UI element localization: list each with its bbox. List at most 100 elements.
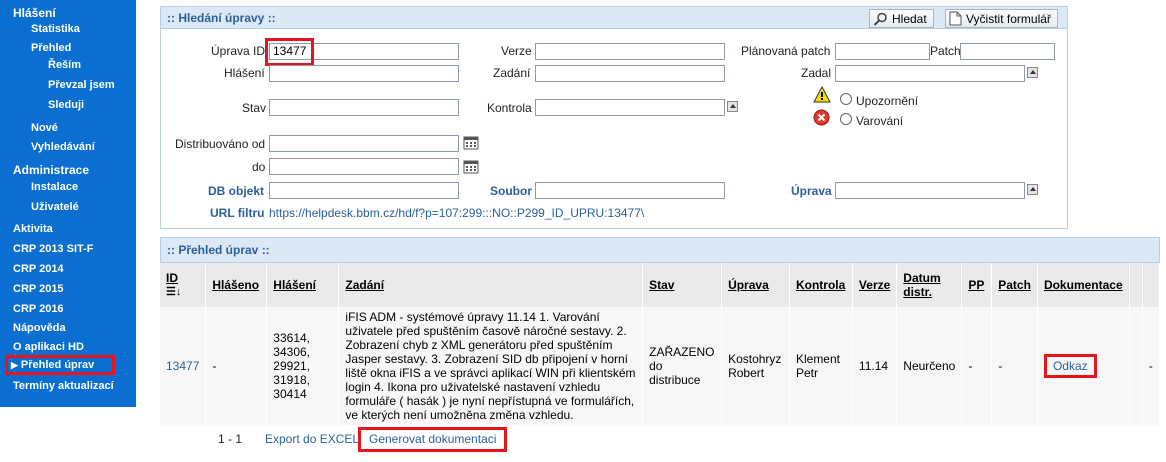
generate-documentation-link[interactable]: Generovat dokumentaci (358, 427, 508, 452)
sidebar-item-prehled-uprav[interactable]: ▶ Přehled úprav (5, 355, 115, 375)
cell-hlaseni: 33614, 34306, 29921, 31918, 30414 (266, 307, 340, 425)
magnifier-icon (873, 12, 887, 26)
upozorneni-radio[interactable] (840, 93, 852, 105)
planovana-patch-label: Plánovaná patch (741, 44, 831, 58)
sidebar-item-crp2016[interactable]: CRP 2016 (13, 303, 64, 315)
do-label: do (252, 160, 266, 174)
do-input[interactable] (269, 158, 459, 175)
distribuovano-od-input[interactable] (269, 135, 459, 152)
sidebar-item-crp2013[interactable]: CRP 2013 SIT-F (13, 243, 94, 255)
url-filtru-label: URL filtru (210, 206, 265, 220)
sidebar-section-hlaseni[interactable]: Hlášení (13, 6, 56, 20)
sidebar-item-aktivita[interactable]: Aktivita (13, 223, 53, 235)
sidebar-item-oaplikaci[interactable]: O aplikaci HD (13, 341, 84, 353)
search-button-label: Hledat (892, 11, 927, 26)
sidebar: Hlášení Statistika Přehled Řeším Převzal… (0, 0, 136, 407)
cell-id[interactable]: 13477 (160, 307, 207, 425)
cell-zadani: iFIS ADM - systémové úpravy 11.14 1. Var… (338, 307, 644, 425)
upozorneni-label: Upozornění (856, 94, 919, 108)
sidebar-item-sleduji[interactable]: Sleduji (48, 99, 84, 111)
export-excel-link[interactable]: Export do EXCEL (265, 432, 359, 446)
patch-input[interactable] (960, 43, 1055, 60)
sidebar-item-prehled[interactable]: Přehled (31, 42, 71, 54)
stav-label: Stav (242, 101, 267, 115)
planovana-patch-input[interactable] (835, 43, 930, 60)
varovani-label: Varování (856, 114, 904, 128)
sidebar-item-resim[interactable]: Řeším (48, 59, 81, 71)
stav-input[interactable] (269, 99, 459, 116)
sidebar-item-prevzal[interactable]: Převzal jsem (48, 79, 115, 91)
col-hlaseno-header[interactable]: Hlášeno (205, 263, 268, 307)
table-header-row: ID ☰↓ Hlášeno Hlášení Zadání Stav Úprava … (160, 263, 1161, 307)
hlaseni-label: Hlášení (224, 66, 265, 80)
kontrola-input[interactable] (535, 99, 725, 116)
sidebar-item-prehled-uprav-label: Přehled úprav (20, 359, 95, 371)
db-objekt-label[interactable]: DB objekt (208, 184, 264, 198)
sidebar-item-terminy[interactable]: Termíny aktualizací (13, 380, 114, 392)
kontrola-label: Kontrola (487, 101, 532, 115)
cell-extra2: - (1142, 307, 1161, 425)
uprava-lov-icon[interactable] (1027, 184, 1038, 195)
cell-pp: - (961, 307, 993, 425)
search-button[interactable]: Hledat (869, 9, 934, 28)
verze-label: Verze (501, 44, 532, 58)
sidebar-section-administrace[interactable]: Administrace (13, 163, 89, 177)
cell-dokumentace: Odkaz (1037, 307, 1130, 425)
sidebar-item-uzivatele[interactable]: Uživatelé (31, 201, 79, 213)
col-kontrola-header[interactable]: Kontrola (789, 263, 853, 307)
cell-hlaseno: - (205, 307, 268, 425)
uprava-id-label: Úprava ID (211, 44, 266, 58)
col-extra-header (1129, 263, 1143, 307)
sidebar-item-nove[interactable]: Nové (31, 122, 58, 134)
zadani-label: Zadání (493, 66, 531, 80)
clear-form-button[interactable]: Vyčistit formulář (945, 9, 1058, 28)
calendar-icon[interactable] (463, 159, 479, 174)
warning-icon (813, 86, 831, 103)
result-table: ID ☰↓ Hlášeno Hlášení Zadání Stav Úprava … (160, 263, 1161, 425)
soubor-input[interactable] (535, 182, 725, 199)
odkaz-link[interactable]: Odkaz (1043, 354, 1097, 378)
col-uprava-header[interactable]: Úprava (721, 263, 790, 307)
col-stav-header[interactable]: Stav (642, 263, 723, 307)
col-verze-header[interactable]: Verze (852, 263, 898, 307)
zadal-lov-icon[interactable] (1027, 67, 1038, 78)
col-zadani-header[interactable]: Zadání (338, 263, 644, 307)
sidebar-item-vyhledavani[interactable]: Vyhledávání (31, 141, 95, 153)
kontrola-lov-icon[interactable] (727, 101, 738, 112)
sidebar-item-napoveda[interactable]: Nápověda (13, 322, 66, 334)
sidebar-item-crp2014[interactable]: CRP 2014 (13, 263, 64, 275)
soubor-label[interactable]: Soubor (490, 184, 532, 198)
patch-label: Patch (930, 44, 961, 58)
col-patch-header[interactable]: Patch (991, 263, 1038, 307)
url-filtru-value[interactable]: https://helpdesk.bbm.cz/hd/f?p=107:299::… (269, 206, 644, 220)
cell-extra (1129, 307, 1143, 425)
zadal-input[interactable] (835, 65, 1025, 82)
cell-stav: ZAŘAZENO do distribuce (642, 307, 723, 425)
varovani-radio[interactable] (840, 113, 852, 125)
sort-desc-icon: ☰↓ (166, 285, 182, 298)
col-hlaseni-header[interactable]: Hlášení (266, 263, 340, 307)
col-pp-header[interactable]: PP (961, 263, 993, 307)
uprava-label[interactable]: Úprava (791, 184, 832, 198)
calendar-icon[interactable] (463, 135, 479, 150)
search-panel-header: :: Hledání úpravy :: Hledat Vyčistit for… (161, 7, 1067, 29)
cell-datum: Neurčeno (896, 307, 963, 425)
zadani-input[interactable] (535, 65, 725, 82)
blank-document-icon (949, 11, 962, 26)
sidebar-item-crp2015[interactable]: CRP 2015 (13, 283, 64, 295)
search-panel-title: :: Hledání úpravy :: (167, 11, 276, 25)
table-row: 13477 - 33614, 34306, 29921, 31918, 3041… (160, 307, 1161, 425)
uprava-input[interactable] (835, 182, 1025, 199)
db-objekt-input[interactable] (269, 182, 459, 199)
verze-input[interactable] (535, 43, 725, 60)
cell-kontrola: Klement Petr (789, 307, 853, 425)
col-datum-header[interactable]: Datum distr. (896, 263, 963, 307)
cell-uprava: Kostohryz Robert (721, 307, 790, 425)
error-icon (813, 109, 830, 126)
sidebar-item-instalace[interactable]: Instalace (31, 181, 78, 193)
sidebar-item-statistika[interactable]: Statistika (31, 23, 80, 35)
arrow-right-icon: ▶ (11, 360, 18, 370)
col-id-header[interactable]: ID ☰↓ (160, 263, 207, 307)
col-dokumentace-header[interactable]: Dokumentace (1037, 263, 1130, 307)
hlaseni-input[interactable] (269, 65, 459, 82)
